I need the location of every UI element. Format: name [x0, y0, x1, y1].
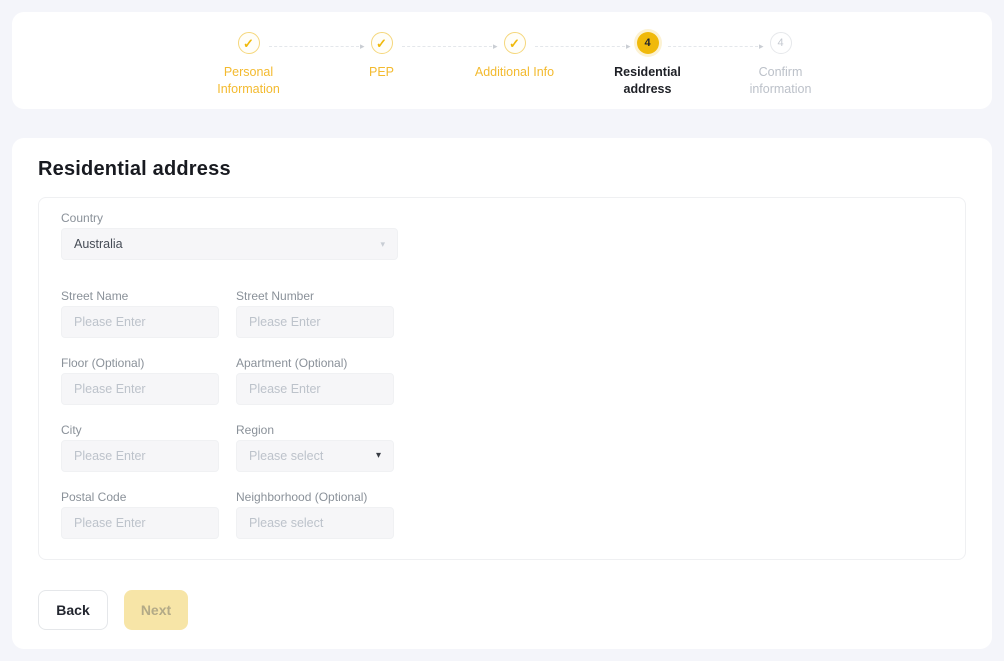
city-input[interactable] — [74, 449, 206, 463]
country-label: Country — [61, 212, 943, 225]
floor-label: Floor (Optional) — [61, 357, 219, 370]
street-name-input[interactable] — [74, 315, 206, 329]
check-icon: ✓ — [504, 32, 526, 54]
floor-input[interactable] — [74, 382, 206, 396]
step-confirm-information[interactable]: ▸ 4 Confirm information — [714, 32, 847, 98]
floor-group: Floor (Optional) — [61, 357, 219, 405]
dashed-line — [402, 46, 492, 47]
street-name-group: Street Name — [61, 290, 219, 338]
arrow-right-icon: ▸ — [759, 42, 764, 51]
postal-code-field[interactable] — [61, 507, 219, 539]
street-name-label: Street Name — [61, 290, 219, 303]
address-form-panel: Country ▾ Street Name Street Number — [38, 197, 966, 560]
step-connector: ▸ — [402, 42, 498, 51]
step-label: Additional Info — [475, 64, 554, 81]
step-label: Confirm information — [734, 64, 828, 98]
neighborhood-group: Neighborhood (Optional) — [236, 491, 394, 539]
step-label: PEP — [369, 64, 394, 81]
postal-neighborhood-row: Postal Code Neighborhood (Optional) — [61, 491, 943, 539]
postal-code-group: Postal Code — [61, 491, 219, 539]
postal-code-label: Postal Code — [61, 491, 219, 504]
neighborhood-label: Neighborhood (Optional) — [236, 491, 394, 504]
apartment-field[interactable] — [236, 373, 394, 405]
city-group: City — [61, 424, 219, 472]
street-row: Street Name Street Number — [61, 290, 943, 338]
region-group: Region ▾ — [236, 424, 394, 472]
city-region-row: City Region ▾ — [61, 424, 943, 472]
step-label: Residential address — [601, 64, 695, 98]
chevron-down-icon: ▾ — [380, 240, 385, 249]
region-input[interactable] — [249, 449, 368, 463]
arrow-right-icon: ▸ — [493, 42, 498, 51]
dashed-line — [269, 46, 359, 47]
next-button[interactable]: Next — [124, 590, 188, 630]
dashed-line — [535, 46, 625, 47]
street-number-input[interactable] — [249, 315, 381, 329]
country-group: Country ▾ — [61, 212, 943, 260]
apartment-group: Apartment (Optional) — [236, 357, 394, 405]
step-connector: ▸ — [535, 42, 631, 51]
step-number-badge: 4 — [637, 32, 659, 54]
arrow-right-icon: ▸ — [626, 42, 631, 51]
city-field[interactable] — [61, 440, 219, 472]
step-connector: ▸ — [668, 42, 764, 51]
street-name-field[interactable] — [61, 306, 219, 338]
form-actions: Back Next — [38, 590, 188, 630]
stepper-card: ✓ Personal Information ▸ ✓ PEP ▸ ✓ Addit… — [12, 12, 992, 109]
street-number-group: Street Number — [236, 290, 394, 338]
kyc-stepper: ✓ Personal Information ▸ ✓ PEP ▸ ✓ Addit… — [182, 32, 847, 98]
arrow-right-icon: ▸ — [360, 42, 365, 51]
dashed-line — [668, 46, 758, 47]
step-number-badge: 4 — [770, 32, 792, 54]
apartment-label: Apartment (Optional) — [236, 357, 394, 370]
step-connector: ▸ — [269, 42, 365, 51]
apartment-input[interactable] — [249, 382, 381, 396]
postal-code-input[interactable] — [74, 516, 206, 530]
step-label: Personal Information — [202, 64, 296, 98]
street-number-label: Street Number — [236, 290, 394, 303]
chevron-down-icon: ▾ — [376, 451, 381, 461]
neighborhood-input[interactable] — [249, 516, 381, 530]
region-select[interactable]: ▾ — [236, 440, 394, 472]
neighborhood-select[interactable] — [236, 507, 394, 539]
check-icon: ✓ — [371, 32, 393, 54]
back-button[interactable]: Back — [38, 590, 108, 630]
country-value[interactable] — [74, 237, 372, 251]
floor-field[interactable] — [61, 373, 219, 405]
street-number-field[interactable] — [236, 306, 394, 338]
country-select[interactable]: ▾ — [61, 228, 398, 260]
region-label: Region — [236, 424, 394, 437]
floor-apartment-row: Floor (Optional) Apartment (Optional) — [61, 357, 943, 405]
residential-address-card: Residential address Country ▾ Street Nam… — [12, 138, 992, 649]
page-title: Residential address — [38, 158, 231, 181]
check-icon: ✓ — [238, 32, 260, 54]
city-label: City — [61, 424, 219, 437]
